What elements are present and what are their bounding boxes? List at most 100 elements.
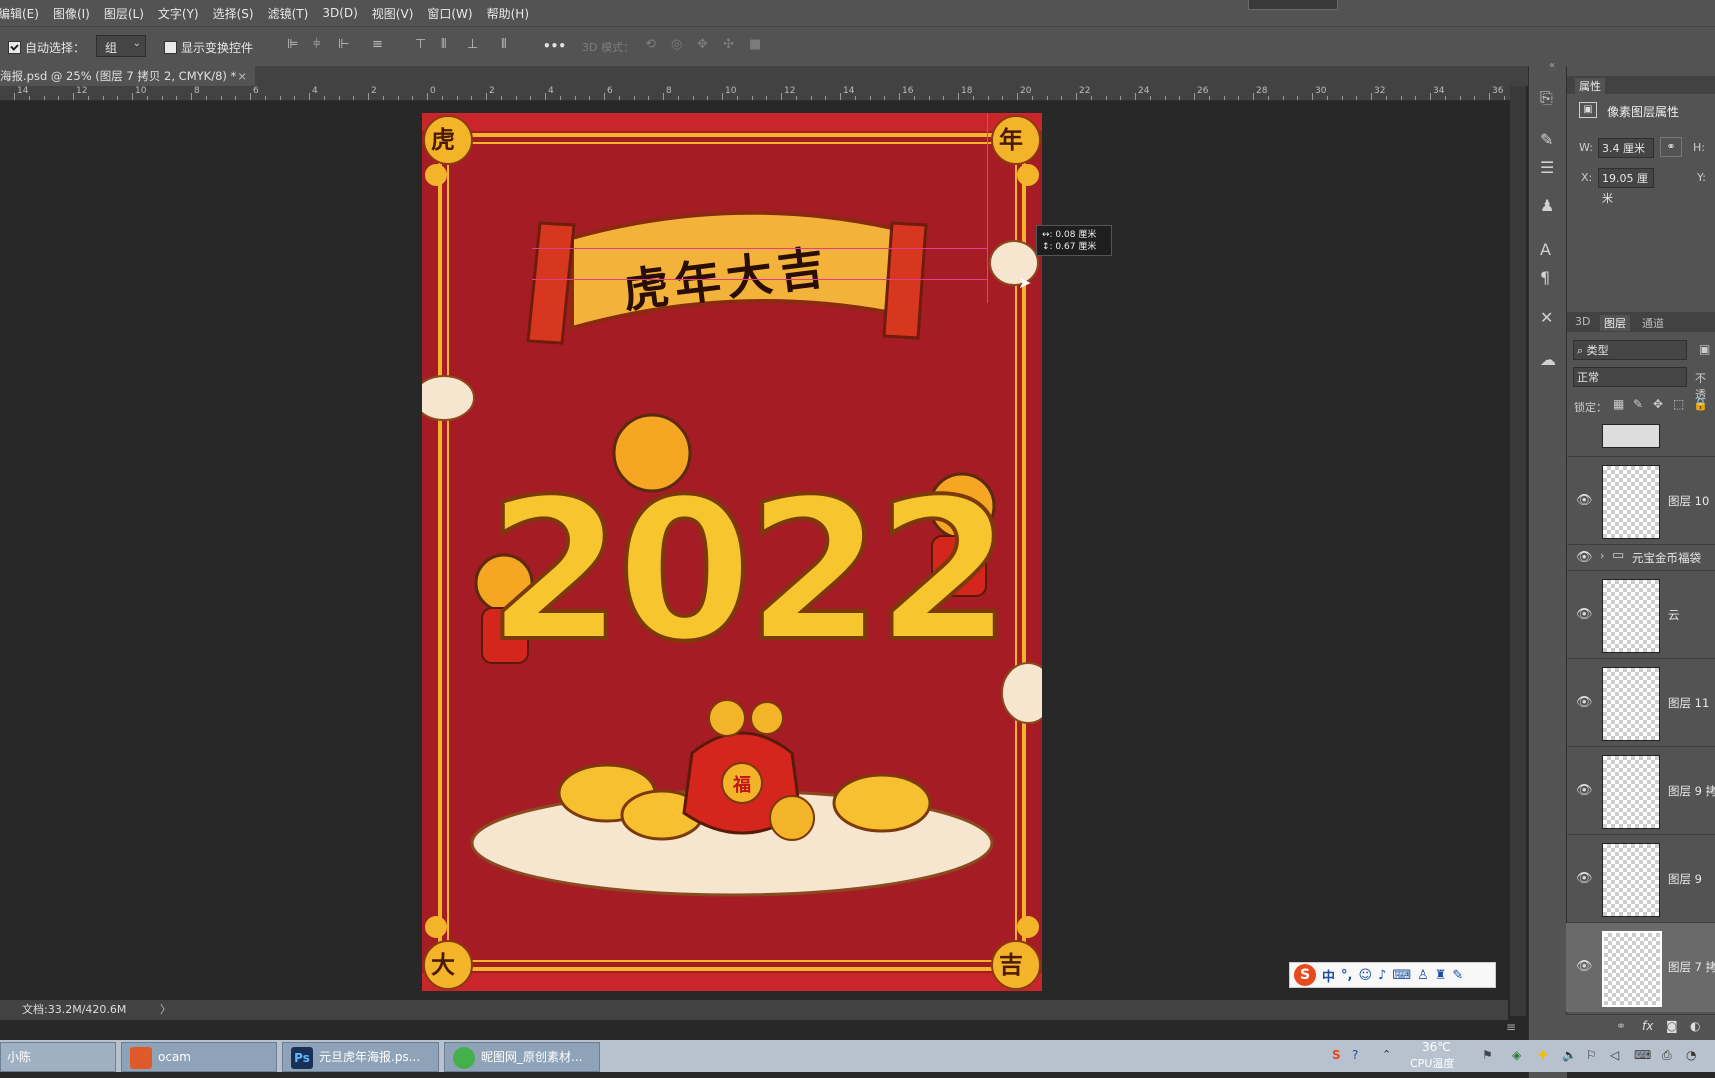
collapse-icon[interactable]: « — [1549, 60, 1555, 71]
lock-position-icon[interactable]: ✥ — [1653, 397, 1663, 411]
chevron-right-icon[interactable]: › — [1600, 549, 1604, 562]
3d-pan-icon[interactable]: ✥ — [697, 37, 708, 52]
taskbar-item-photoshop[interactable]: Ps 元旦虎年海报.ps... — [282, 1042, 439, 1072]
3d-slide-icon[interactable]: ✣ — [723, 37, 734, 52]
menu-edit[interactable]: 编辑(E) — [0, 5, 39, 22]
menu-filter[interactable]: 滤镜(T) — [268, 5, 309, 22]
volume-icon[interactable]: ◁ — [1610, 1048, 1619, 1062]
menu-layer[interactable]: 图层(L) — [104, 5, 144, 22]
mask-icon[interactable]: ◙ — [1666, 1019, 1678, 1033]
auto-select-dropdown[interactable]: 组 ⌄ — [96, 35, 146, 57]
paragraph-icon[interactable]: ¶ — [1540, 268, 1550, 287]
layer-row[interactable]: 👁 图层 9 — [1566, 834, 1715, 922]
help-icon[interactable]: ? — [1352, 1048, 1358, 1062]
tab-channels[interactable]: 通道 — [1642, 315, 1664, 331]
align-top-icon[interactable]: ⊤ — [415, 37, 426, 52]
pixel-filter-icon[interactable]: ▣ — [1699, 342, 1710, 356]
status-menu-arrow[interactable]: 〉 — [160, 1000, 171, 1020]
align-left-icon[interactable]: ⊫ — [287, 37, 298, 52]
layer-row[interactable]: 👁 图层 11 — [1566, 658, 1715, 746]
plus-icon[interactable]: ✚ — [1538, 1048, 1548, 1062]
menu-help[interactable]: 帮助(H) — [487, 5, 529, 22]
layer-row-selected[interactable]: 👁 图层 7 拷 — [1566, 922, 1715, 1012]
ime-toolbar[interactable]: S 中 °, ☺ ♪ ⌨ ♙ ♜ ✎ — [1289, 962, 1496, 988]
flag-icon[interactable]: ⚐ — [1586, 1048, 1597, 1062]
link-layers-icon[interactable]: ⚭ — [1616, 1019, 1626, 1033]
workspace-switcher[interactable] — [1248, 0, 1338, 10]
tools-icon[interactable]: ✕ — [1540, 308, 1553, 327]
lock-artboard-icon[interactable]: ⬚ — [1673, 397, 1684, 411]
3d-orbit-icon[interactable]: ⟲ — [645, 37, 656, 52]
network-icon[interactable]: ⚑ — [1482, 1048, 1493, 1062]
distribute-icon[interactable]: ≡ — [372, 37, 383, 52]
keyboard-tray-icon[interactable]: ⌨ — [1634, 1048, 1651, 1062]
eye-icon[interactable]: 👁 — [1576, 607, 1593, 622]
guide-horizontal-1[interactable] — [532, 248, 987, 249]
eye-icon[interactable]: 👁 — [1576, 695, 1593, 710]
wrench-icon[interactable]: ✎ — [1452, 968, 1463, 983]
eye-icon[interactable]: 👁 — [1576, 550, 1593, 565]
adjust-icon[interactable]: ☰ — [1540, 158, 1554, 177]
distribute-v-icon[interactable]: ⦀ — [501, 37, 507, 52]
microphone-icon[interactable]: ♪ — [1378, 968, 1386, 983]
emoji-icon[interactable]: ☺ — [1358, 968, 1372, 983]
adjustment-icon[interactable]: ◐ — [1690, 1019, 1700, 1033]
taskbar-item-browser[interactable]: 昵图网_原创素材... — [444, 1042, 600, 1072]
ime-mode-label[interactable]: 中 — [1322, 966, 1335, 985]
shield-icon[interactable]: ◈ — [1512, 1048, 1521, 1062]
tab-3d[interactable]: 3D — [1575, 315, 1590, 328]
tab-layers[interactable]: 图层 — [1600, 315, 1630, 331]
poster-artboard[interactable]: 虎 年 大 吉 虎年大吉 2022 福 — [422, 113, 1042, 991]
skin-icon[interactable]: ♜ — [1435, 968, 1447, 983]
lock-transparent-icon[interactable]: ▦ — [1613, 397, 1624, 411]
taskbar-start[interactable]: 小陈 — [0, 1042, 116, 1072]
taskbar-item-ocam[interactable]: ocam — [121, 1042, 277, 1072]
3d-roll-icon[interactable]: ◎ — [671, 37, 682, 52]
align-vcenter-icon[interactable]: ⫴ — [441, 37, 446, 52]
eye-icon[interactable]: 👁 — [1576, 959, 1593, 974]
link-icon[interactable]: ⚭ — [1660, 137, 1682, 157]
layer-partial-top[interactable] — [1566, 418, 1715, 452]
expand-icon[interactable]: ⌃ — [1382, 1048, 1391, 1061]
lock-pixels-icon[interactable]: ✎ — [1633, 397, 1643, 411]
properties-tab[interactable]: 属性 — [1575, 78, 1605, 94]
align-hcenter-icon[interactable]: ⫩ — [313, 37, 320, 52]
x-field[interactable]: 19.05 厘米 — [1598, 168, 1654, 205]
auto-select-checkbox[interactable] — [8, 41, 21, 54]
eye-icon[interactable]: 👁 — [1576, 783, 1593, 798]
menu-view[interactable]: 视图(V) — [372, 5, 414, 22]
guide-horizontal-2[interactable] — [532, 279, 987, 280]
brush-icon[interactable]: ✎ — [1540, 130, 1553, 149]
character-icon[interactable]: A — [1540, 240, 1551, 259]
fx-icon[interactable]: fx — [1642, 1019, 1653, 1033]
printer-icon[interactable]: ⎙ — [1662, 1048, 1672, 1063]
3d-camera-icon[interactable]: ■ — [749, 37, 761, 52]
ime-punct-label[interactable]: °, — [1341, 968, 1352, 983]
close-icon[interactable]: × — [237, 66, 247, 86]
lock-all-icon[interactable]: 🔒 — [1693, 397, 1708, 411]
layer-row[interactable]: 👁 云 — [1566, 570, 1715, 658]
document-tab[interactable]: 海报.psd @ 25% (图层 7 拷贝 2, CMYK/8) * × — [0, 66, 255, 86]
eye-icon[interactable]: 👁 — [1576, 871, 1593, 886]
width-field[interactable]: 3.4 厘米 — [1598, 138, 1654, 158]
sogou-tray-icon[interactable]: S — [1332, 1048, 1341, 1062]
layer-row[interactable]: 👁 图层 10 — [1566, 456, 1715, 544]
menu-window[interactable]: 窗口(W) — [427, 5, 472, 22]
cloud-icon[interactable]: ☁ — [1540, 350, 1556, 369]
menu-image[interactable]: 图像(I) — [53, 5, 90, 22]
menu-type[interactable]: 文字(Y) — [158, 5, 199, 22]
speaker-icon[interactable]: 🔈 — [1562, 1048, 1577, 1062]
eye-icon[interactable]: 👁 — [1576, 493, 1593, 508]
wifi-icon[interactable]: ◔ — [1686, 1048, 1696, 1062]
history-icon[interactable]: ⎘ — [1540, 88, 1553, 108]
show-transform-checkbox[interactable] — [164, 41, 177, 54]
more-options-button[interactable]: ••• — [543, 39, 566, 53]
layer-filter-select[interactable]: ⌕ 类型 — [1573, 340, 1687, 360]
user-icon[interactable]: ♙ — [1417, 968, 1429, 983]
align-right-icon[interactable]: ⊩ — [338, 37, 349, 52]
guide-vertical[interactable] — [987, 113, 988, 303]
align-bottom-icon[interactable]: ⊥ — [467, 37, 478, 52]
layer-group-row[interactable]: 👁 › ▭ 元宝金币福袋 — [1566, 544, 1715, 571]
keyboard-icon[interactable]: ⌨ — [1392, 968, 1411, 983]
menu-select[interactable]: 选择(S) — [213, 5, 254, 22]
